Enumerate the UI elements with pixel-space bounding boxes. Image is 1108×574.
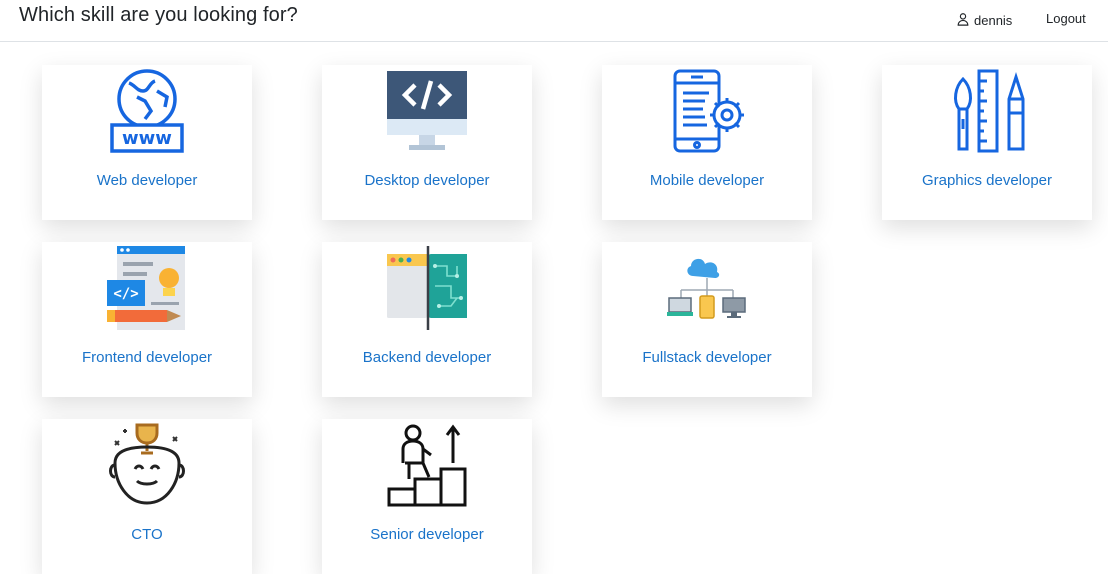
skill-card-backend-developer[interactable]: Backend developer [322, 242, 532, 397]
mobile-gear-icon [667, 69, 747, 153]
svg-text:www: www [122, 128, 172, 149]
cloud-network-icon [667, 246, 747, 330]
skill-label: Backend developer [362, 349, 492, 366]
skill-card-senior-developer[interactable]: Senior developer [322, 419, 532, 574]
web-globe-icon: www [107, 69, 187, 153]
frontend-code-icon: </> [107, 246, 187, 330]
page-title: Which skill are you looking for? [19, 4, 298, 26]
skill-label: Web developer [96, 172, 198, 189]
circuit-board-icon [387, 246, 467, 330]
desktop-code-icon [387, 69, 467, 153]
skill-label: Graphics developer [921, 172, 1053, 189]
user-icon [956, 12, 970, 29]
skill-label: Senior developer [370, 526, 484, 543]
skill-card-graphics-developer[interactable]: Graphics developer [882, 65, 1092, 220]
skill-label: Fullstack developer [642, 349, 772, 366]
skill-label: CTO [131, 526, 163, 543]
username: dennis [974, 12, 1013, 28]
trophy-head-icon [107, 423, 187, 507]
skill-label: Desktop developer [364, 172, 490, 189]
skill-card-web-developer[interactable]: www Web developer [42, 65, 252, 220]
skill-card-mobile-developer[interactable]: Mobile developer [602, 65, 812, 220]
skill-card-frontend-developer[interactable]: </> Frontend developer [42, 242, 252, 397]
logout-link[interactable]: Logout [1046, 11, 1086, 26]
skill-card-fullstack-developer[interactable]: Fullstack developer [602, 242, 812, 397]
user-menu[interactable]: dennis [956, 11, 1012, 29]
skill-card-cto[interactable]: CTO [42, 419, 252, 574]
career-steps-icon [387, 423, 467, 507]
skill-label: Frontend developer [81, 349, 213, 366]
design-tools-icon [947, 69, 1027, 153]
svg-text:</>: </> [113, 286, 138, 302]
skill-card-desktop-developer[interactable]: Desktop developer [322, 65, 532, 220]
skill-label: Mobile developer [649, 172, 765, 189]
top-header: Which skill are you looking for? dennis … [0, 0, 1108, 42]
